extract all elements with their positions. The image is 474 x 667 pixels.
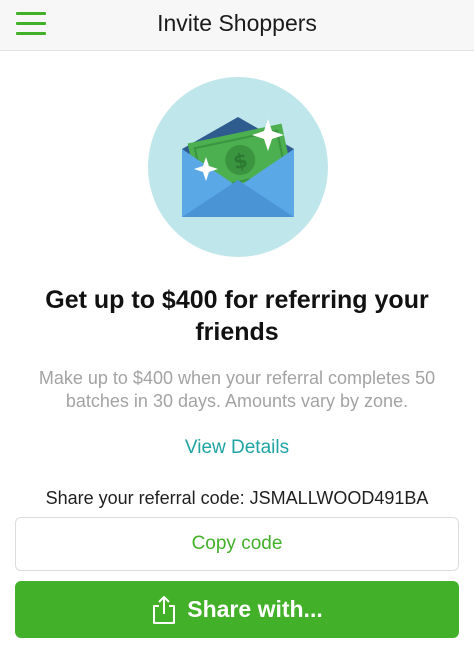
headline: Get up to $400 for referring your friend… xyxy=(45,286,429,346)
share-with-button[interactable]: Share with... xyxy=(15,581,459,638)
copy-code-button[interactable]: Copy code xyxy=(15,517,459,571)
navigation-bar: Invite Shoppers xyxy=(0,0,474,51)
money-envelope-icon: $ xyxy=(148,77,328,262)
referral-code-text: Share your referral code: JSMALLWOOD491B… xyxy=(45,488,429,508)
share-icon xyxy=(151,595,177,625)
invite-shoppers-screen: Invite Shoppers $ Get up to $400 for ref… xyxy=(0,0,474,667)
page-title: Invite Shoppers xyxy=(157,10,317,36)
hamburger-menu-icon[interactable] xyxy=(14,9,48,39)
referral-description: Make up to $400 when your referral compl… xyxy=(38,368,436,411)
view-details-link[interactable]: View Details xyxy=(0,436,474,460)
share-with-label: Share with... xyxy=(187,596,323,622)
